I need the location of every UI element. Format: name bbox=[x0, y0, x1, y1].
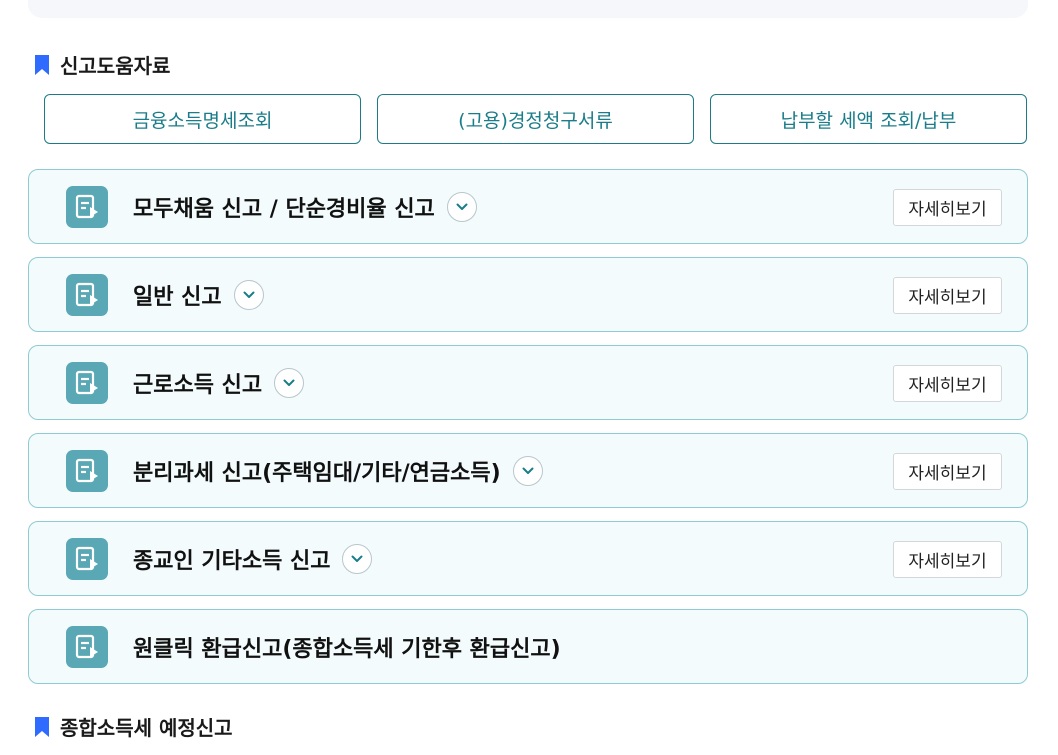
chevron-down-icon bbox=[243, 291, 255, 298]
report-card-earned-income[interactable]: 근로소득 신고 자세히보기 bbox=[28, 345, 1028, 420]
report-card-label: 근로소득 신고 bbox=[133, 346, 305, 419]
bookmark-icon bbox=[35, 716, 49, 737]
report-card-general[interactable]: 일반 신고 자세히보기 bbox=[28, 257, 1028, 332]
chevron-down-icon bbox=[456, 203, 468, 210]
expand-toggle[interactable] bbox=[446, 191, 477, 222]
employment-correction-documents-button[interactable]: (고용)경정청구서류 bbox=[377, 94, 694, 144]
next-section-title-text: 종합소득세 예정신고 bbox=[60, 716, 233, 740]
next-section-title: 종합소득세 예정신고 bbox=[34, 712, 233, 741]
details-button[interactable]: 자세히보기 bbox=[893, 277, 1002, 314]
help-buttons-row: 금융소득명세조회 (고용)경정청구서류 납부할 세액 조회/납부 bbox=[44, 94, 1027, 144]
report-card-label: 모두채움 신고 / 단순경비율 신고 bbox=[133, 170, 477, 243]
previous-section-panel bbox=[28, 0, 1028, 18]
expand-toggle[interactable] bbox=[233, 279, 264, 310]
document-play-icon bbox=[66, 626, 108, 668]
bookmark-icon bbox=[35, 54, 49, 75]
chevron-down-icon bbox=[283, 379, 295, 386]
report-card-religious-income[interactable]: 종교인 기타소득 신고 자세히보기 bbox=[28, 521, 1028, 596]
details-button[interactable]: 자세히보기 bbox=[893, 365, 1002, 402]
report-card-separate-taxation[interactable]: 분리과세 신고(주택임대/기타/연금소득) 자세히보기 bbox=[28, 433, 1028, 508]
expand-toggle[interactable] bbox=[274, 367, 305, 398]
tax-payment-inquiry-button[interactable]: 납부할 세액 조회/납부 bbox=[710, 94, 1027, 144]
chevron-down-icon bbox=[522, 467, 534, 474]
help-section-title: 신고도움자료 bbox=[34, 50, 170, 79]
expand-toggle[interactable] bbox=[342, 543, 373, 574]
document-play-icon bbox=[66, 274, 108, 316]
document-play-icon bbox=[66, 186, 108, 228]
report-card-prefilled-simple[interactable]: 모두채움 신고 / 단순경비율 신고 자세히보기 bbox=[28, 169, 1028, 244]
help-section-title-text: 신고도움자료 bbox=[60, 54, 171, 78]
expand-toggle[interactable] bbox=[512, 455, 543, 486]
details-button[interactable]: 자세히보기 bbox=[893, 541, 1002, 578]
details-button[interactable]: 자세히보기 bbox=[893, 189, 1002, 226]
report-card-label: 일반 신고 bbox=[133, 258, 264, 331]
document-play-icon bbox=[66, 538, 108, 580]
details-button[interactable]: 자세히보기 bbox=[893, 453, 1002, 490]
document-play-icon bbox=[66, 450, 108, 492]
report-card-one-click-refund[interactable]: 원클릭 환급신고(종합소득세 기한후 환급신고) bbox=[28, 609, 1028, 684]
report-card-label: 분리과세 신고(주택임대/기타/연금소득) bbox=[133, 434, 543, 507]
financial-income-statement-button[interactable]: 금융소득명세조회 bbox=[44, 94, 361, 144]
chevron-down-icon bbox=[351, 555, 363, 562]
report-type-list: 모두채움 신고 / 단순경비율 신고 자세히보기 일반 신고 자세히보기 근로소… bbox=[28, 169, 1028, 697]
report-card-label: 원클릭 환급신고(종합소득세 기한후 환급신고) bbox=[133, 636, 561, 662]
report-card-label: 종교인 기타소득 신고 bbox=[133, 522, 373, 595]
document-play-icon bbox=[66, 362, 108, 404]
